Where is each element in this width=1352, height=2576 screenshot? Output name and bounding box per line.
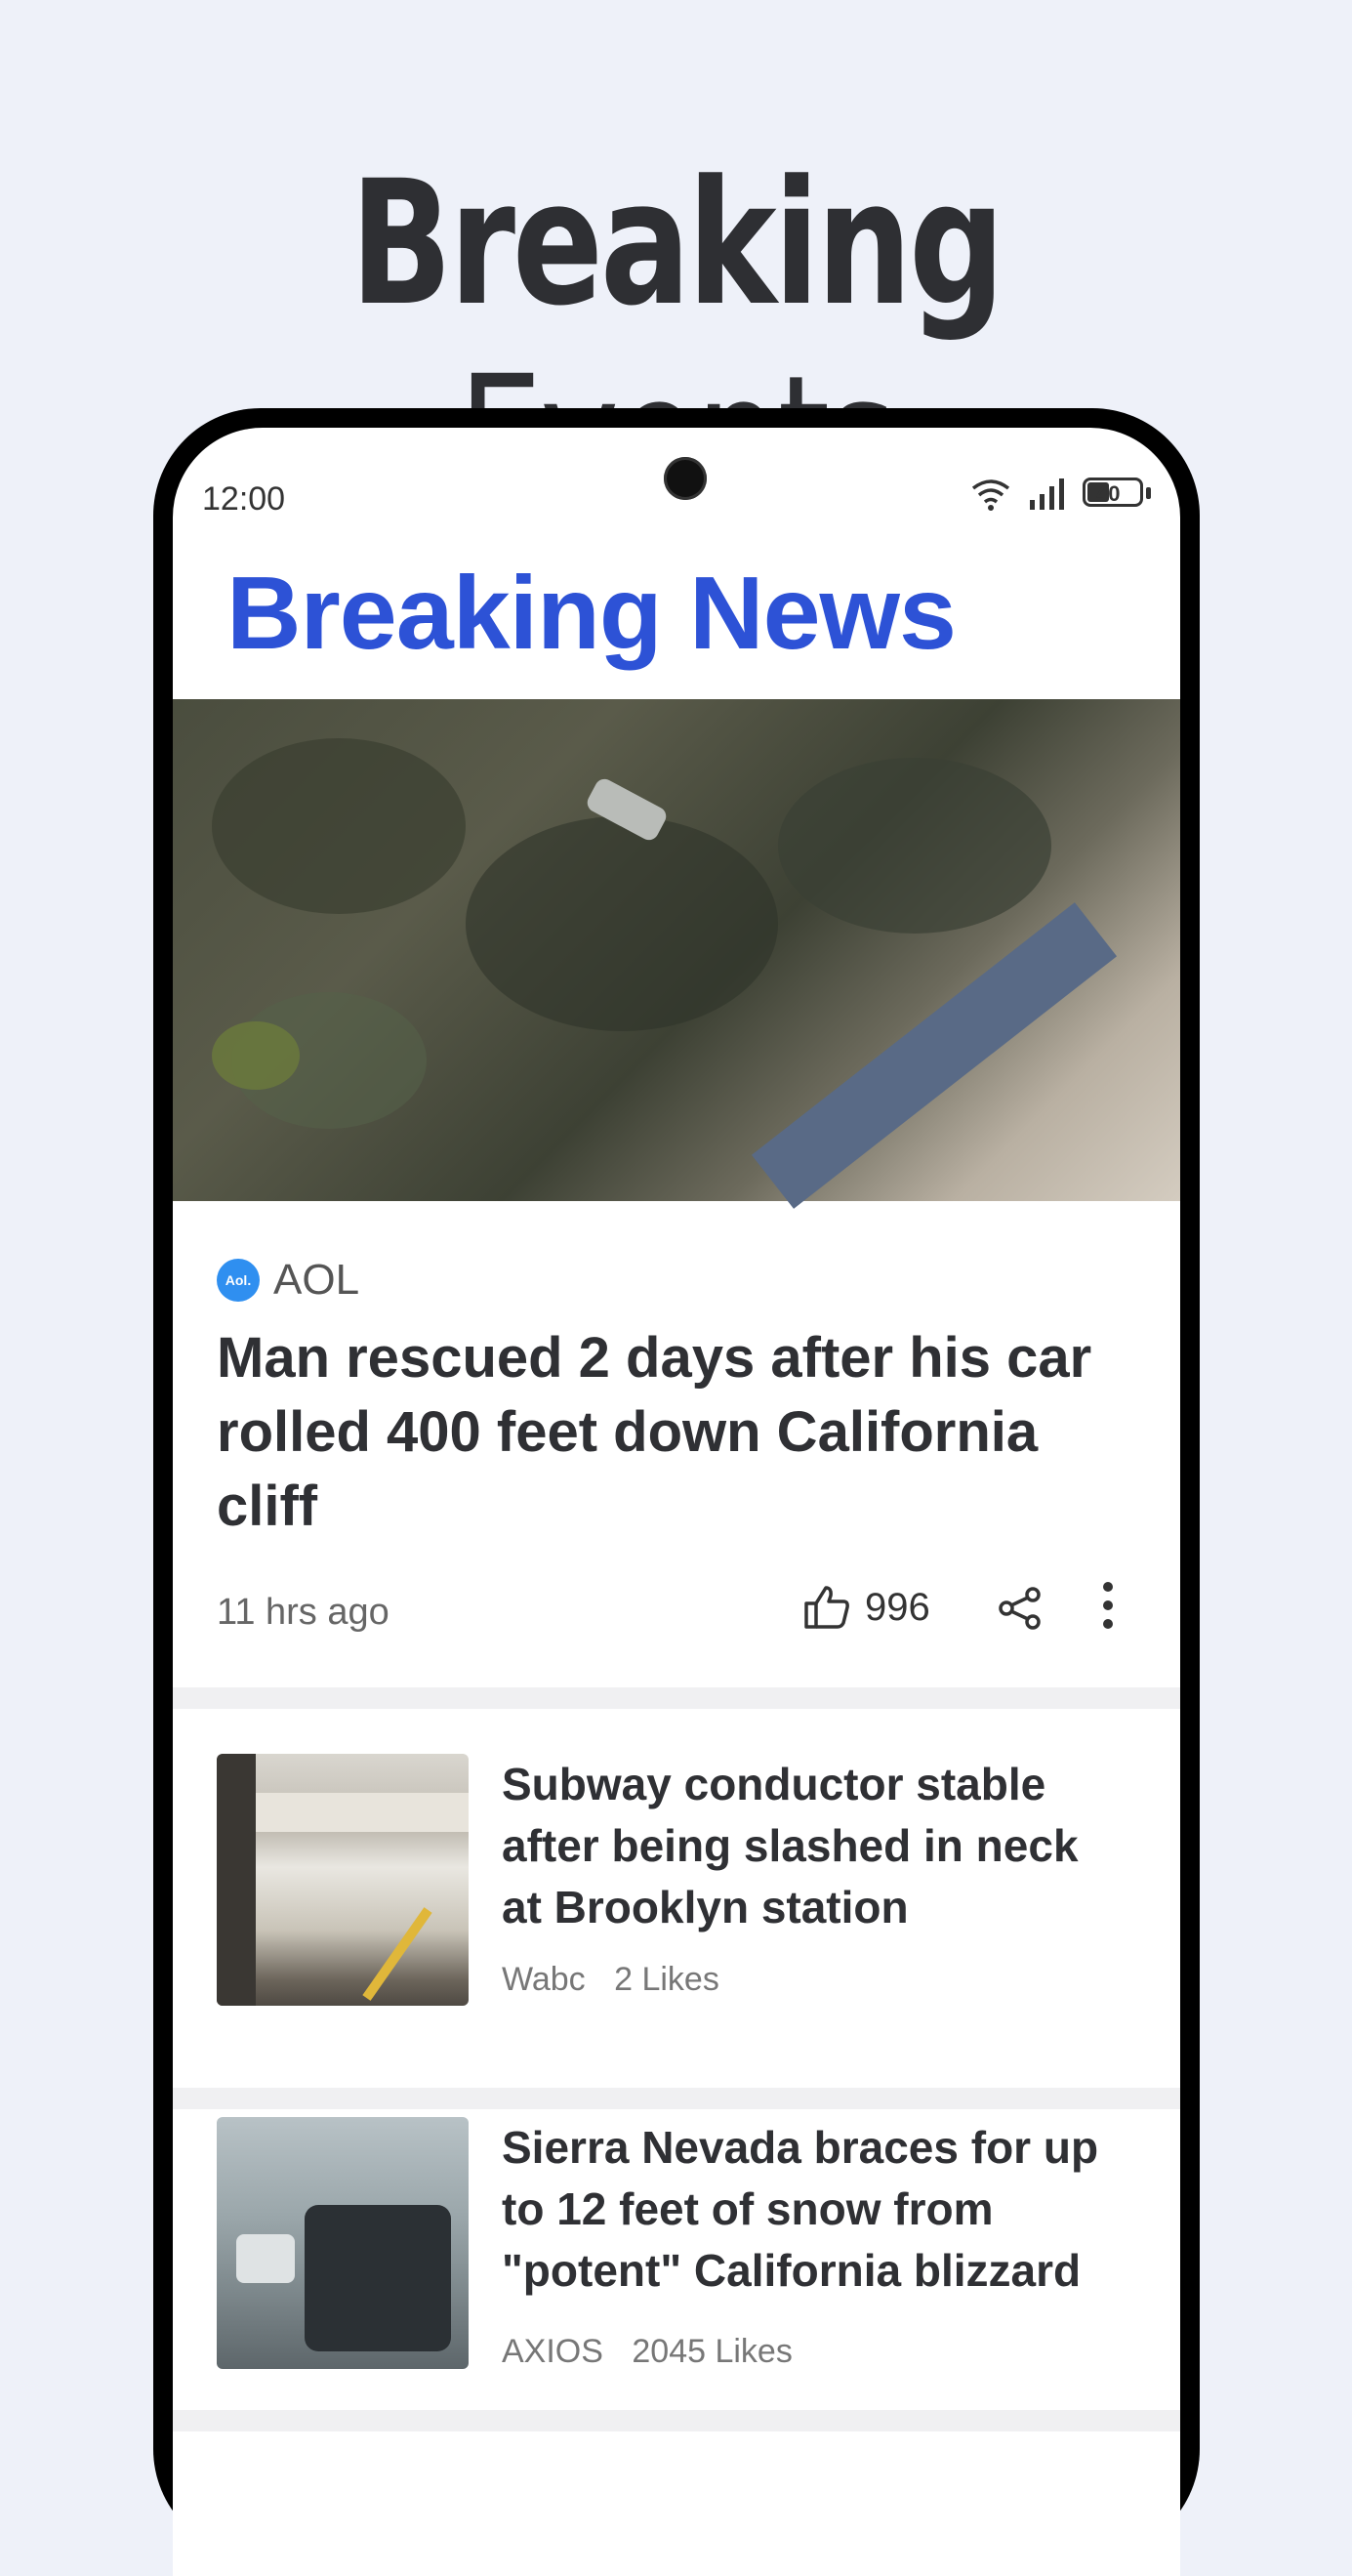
featured-title[interactable]: Man rescued 2 days after his car rolled … [217,1321,1134,1544]
list-item[interactable]: Subway conductor stable after being slas… [217,1754,1134,2047]
article-source: Wabc [502,1961,586,1998]
app-title: Breaking News [226,556,957,671]
road-barrier-shape [751,902,1118,1209]
article-meta: AXIOS 2045 Likes [502,2333,793,2371]
article-title[interactable]: Sierra Nevada braces for up to 12 feet o… [502,2117,1127,2302]
article-thumbnail [217,2117,469,2369]
thumbs-up-icon [804,1586,849,1629]
share-icon [999,1587,1041,1630]
battery-icon: 40 [1083,478,1151,511]
article-likes: 2 Likes [614,1961,719,1998]
wifi-icon [971,479,1010,511]
section-divider [173,2088,1180,2109]
aol-logo-icon: Aol. [217,1259,260,1302]
like-count: 996 [865,1585,930,1629]
section-divider [173,2410,1180,2431]
signal-icon [1030,478,1064,510]
article-source: AXIOS [502,2333,603,2370]
article-likes: 2045 Likes [632,2333,793,2370]
featured-image[interactable] [173,699,1180,1209]
section-divider [173,1687,1180,1709]
status-time: 12:00 [202,480,286,518]
promo-headline-bold: Breaking [349,144,1005,344]
more-vertical-icon [1103,1582,1113,1629]
status-icons: 40 [969,477,1151,512]
featured-source[interactable]: Aol. AOL [217,1256,359,1305]
more-options-button[interactable] [1093,1580,1123,1642]
like-button[interactable]: 996 [802,1584,930,1631]
share-button[interactable] [998,1586,1043,1636]
phone-frame: 12:00 40 Breaking News Aol. AOL Man resc… [153,408,1200,2576]
featured-source-name: AOL [273,1256,360,1304]
featured-meta: 11 hrs ago 996 [217,1580,1134,1642]
battery-level: 40 [1096,481,1121,506]
article-meta: Wabc 2 Likes [502,1961,719,1999]
featured-time-ago: 11 hrs ago [217,1592,389,1633]
status-bar: 12:00 40 [202,477,1151,525]
article-title[interactable]: Subway conductor stable after being slas… [502,1754,1127,1938]
list-item[interactable]: Sierra Nevada braces for up to 12 feet o… [217,2117,1134,2410]
phone-screen: 12:00 40 Breaking News Aol. AOL Man resc… [173,428,1180,2576]
article-thumbnail [217,1754,469,2006]
